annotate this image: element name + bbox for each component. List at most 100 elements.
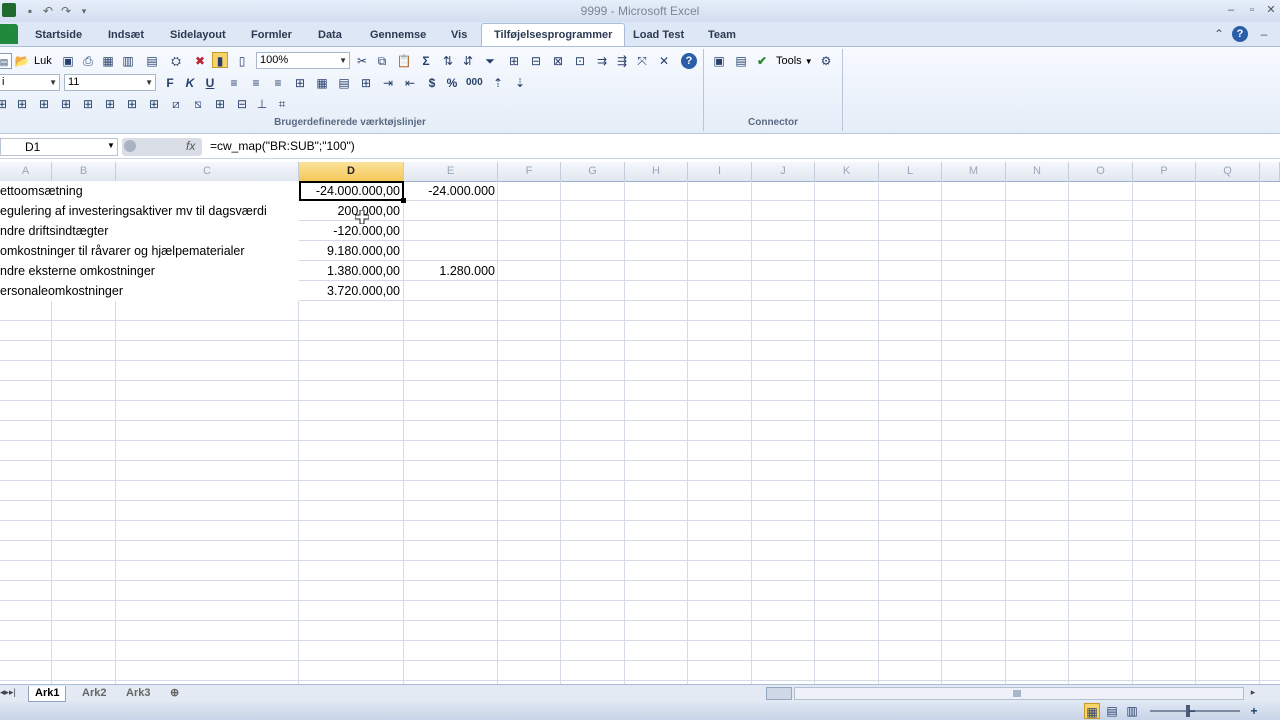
column-header-a[interactable]: A bbox=[0, 162, 52, 181]
formula-bar-handle[interactable]: fx bbox=[122, 138, 202, 156]
page-layout-view-icon[interactable]: ▤ bbox=[1104, 703, 1120, 719]
font-color-icon[interactable]: ▤ bbox=[336, 75, 352, 91]
clear-arrows-icon[interactable]: ✕ bbox=[656, 53, 672, 69]
cut-icon[interactable]: ✂ bbox=[354, 53, 370, 69]
open-icon[interactable]: 📂 bbox=[14, 53, 30, 69]
print-preview-icon[interactable]: ▦ bbox=[100, 53, 116, 69]
column-header-m[interactable]: M bbox=[942, 162, 1006, 181]
value-cell-d[interactable]: 1.380.000,00 bbox=[299, 261, 400, 281]
value-cell-d[interactable]: 3.720.000,00 bbox=[299, 281, 400, 301]
trace-precedents-icon[interactable]: ⇉ bbox=[594, 53, 610, 69]
zoom-combo[interactable]: 100% ▼ bbox=[256, 52, 350, 69]
column-header-o[interactable]: O bbox=[1069, 162, 1133, 181]
fill-color-icon[interactable]: ▦ bbox=[314, 75, 330, 91]
column-header-j[interactable]: J bbox=[752, 162, 815, 181]
merge-center-icon[interactable]: ⊞ bbox=[292, 75, 308, 91]
delete-rows-icon[interactable]: ⊠ bbox=[550, 53, 566, 69]
value-cell-d[interactable]: 9.180.000,00 bbox=[299, 241, 400, 261]
new-icon[interactable]: ▤ bbox=[0, 53, 12, 69]
align-right-icon[interactable]: ≡ bbox=[270, 75, 286, 91]
column-header-d[interactable]: D bbox=[299, 162, 404, 181]
column-header-r[interactable] bbox=[1260, 162, 1280, 181]
zoom-in-icon[interactable]: + bbox=[1246, 703, 1262, 719]
print-icon[interactable]: ⎙ bbox=[80, 53, 96, 69]
column-header-h[interactable]: H bbox=[625, 162, 688, 181]
sort-asc-icon[interactable]: ⇅ bbox=[440, 53, 456, 69]
formula-input[interactable]: =cw_map("BR:SUB";"100") bbox=[210, 139, 355, 153]
tab-tilfoejelsesprogrammer[interactable]: Tilføjelsesprogrammer bbox=[481, 23, 626, 46]
paste-icon[interactable]: 📋 bbox=[396, 53, 412, 69]
column-header-k[interactable]: K bbox=[815, 162, 879, 181]
column-header-e[interactable]: E bbox=[404, 162, 498, 181]
border-draw-icon[interactable]: ⌗ bbox=[274, 96, 290, 112]
page-break-icon[interactable]: ▮ bbox=[212, 52, 228, 68]
align-center-icon[interactable]: ≡ bbox=[248, 75, 264, 91]
worksheet-grid[interactable]: ettoomsætning -24.000.000,00 -24.000.000… bbox=[0, 181, 1280, 684]
tab-sidelayout[interactable]: Sidelayout bbox=[166, 26, 230, 44]
fill-handle[interactable] bbox=[401, 198, 406, 203]
insert-columns-icon[interactable]: ⊟ bbox=[528, 53, 544, 69]
properties-icon[interactable]: ▤ bbox=[144, 53, 160, 69]
tab-load-test[interactable]: Load Test bbox=[629, 26, 688, 44]
border-thick-icon[interactable]: ⊞ bbox=[212, 96, 228, 112]
font-name-combo[interactable]: i ▼ bbox=[0, 74, 60, 91]
scroll-thumb[interactable] bbox=[1013, 690, 1021, 697]
tab-formler[interactable]: Formler bbox=[247, 26, 296, 44]
column-header-b[interactable]: B bbox=[52, 162, 116, 181]
close-button[interactable]: Luk bbox=[34, 53, 52, 69]
maximize-icon[interactable]: ▫ bbox=[1243, 2, 1261, 18]
minimize-icon[interactable]: – bbox=[1222, 2, 1240, 18]
label-cell[interactable]: egulering af investeringsaktiver mv til … bbox=[0, 201, 299, 221]
thousands-button[interactable]: 000 bbox=[466, 75, 483, 91]
scroll-right-icon[interactable]: ▸ bbox=[1246, 687, 1260, 700]
tools-menu[interactable]: Tools ▼ bbox=[776, 53, 813, 70]
border-left-icon[interactable]: ⊞ bbox=[124, 96, 140, 112]
help-icon[interactable]: ? bbox=[1232, 26, 1248, 42]
page-setup-icon[interactable]: ▥ bbox=[120, 53, 136, 69]
label-cell[interactable]: ettoomsætning bbox=[0, 181, 299, 201]
value-cell-e[interactable]: 1.280.000 bbox=[404, 261, 495, 281]
insert-rows-icon[interactable]: ⊞ bbox=[506, 53, 522, 69]
currency-button[interactable]: $ bbox=[424, 75, 440, 91]
connector-icon-2[interactable]: ▤ bbox=[733, 53, 749, 69]
increase-decimal-icon[interactable]: ⇡ bbox=[490, 75, 506, 91]
percent-button[interactable]: % bbox=[444, 75, 460, 91]
name-box[interactable]: D1 ▼ bbox=[0, 138, 118, 156]
decrease-indent-icon[interactable]: ⇤ bbox=[402, 75, 418, 91]
trace-dependents-icon[interactable]: ⇶ bbox=[614, 53, 630, 69]
tab-indsaet[interactable]: Indsæt bbox=[104, 26, 148, 44]
column-header-q[interactable]: Q bbox=[1196, 162, 1260, 181]
value-cell-d[interactable]: -120.000,00 bbox=[299, 221, 400, 241]
border-all-icon[interactable]: ⊞ bbox=[14, 96, 30, 112]
sort-desc-icon[interactable]: ⇵ bbox=[460, 53, 476, 69]
ribbon-help-icon[interactable]: ? bbox=[681, 53, 697, 69]
checkmark-icon[interactable]: ✔ bbox=[754, 53, 770, 69]
globe-icon[interactable]: ⚙ bbox=[818, 53, 834, 69]
close-icon[interactable]: ✕ bbox=[1262, 2, 1280, 18]
border-top-icon[interactable]: ⊞ bbox=[80, 96, 96, 112]
column-header-f[interactable]: F bbox=[498, 162, 561, 181]
workbook-minimize-icon[interactable]: – bbox=[1256, 26, 1272, 42]
tab-gennemse[interactable]: Gennemse bbox=[366, 26, 430, 44]
border-outside-icon[interactable]: ⊞ bbox=[36, 96, 52, 112]
value-cell-e[interactable]: -24.000.000 bbox=[404, 181, 495, 201]
italic-button[interactable]: K bbox=[182, 75, 198, 91]
filter-icon[interactable]: ⏷ bbox=[482, 53, 498, 69]
file-tab[interactable] bbox=[0, 24, 18, 44]
remove-arrows-icon[interactable]: ⤧ bbox=[634, 53, 650, 69]
tab-team[interactable]: Team bbox=[704, 26, 740, 44]
sheet-tab-ark2[interactable]: Ark2 bbox=[76, 686, 112, 701]
insert-function-icon[interactable]: fx bbox=[186, 139, 195, 153]
horizontal-scrollbar[interactable] bbox=[794, 687, 1244, 700]
connector-icon-1[interactable]: ▣ bbox=[711, 53, 727, 69]
label-cell[interactable]: ersonaleomkostninger bbox=[0, 281, 299, 301]
zoom-out-icon[interactable]: − bbox=[1184, 703, 1200, 719]
value-cell-e[interactable] bbox=[404, 281, 495, 301]
tab-split-handle[interactable] bbox=[766, 687, 792, 700]
border-inside-icon[interactable]: ⊞ bbox=[58, 96, 74, 112]
tab-vis[interactable]: Vis bbox=[447, 26, 471, 44]
align-left-icon[interactable]: ≡ bbox=[226, 75, 242, 91]
value-cell-e[interactable] bbox=[404, 221, 495, 241]
border-diagonal-down-icon[interactable]: ⧄ bbox=[168, 96, 184, 112]
border-bottom-icon[interactable]: ⊞ bbox=[102, 96, 118, 112]
